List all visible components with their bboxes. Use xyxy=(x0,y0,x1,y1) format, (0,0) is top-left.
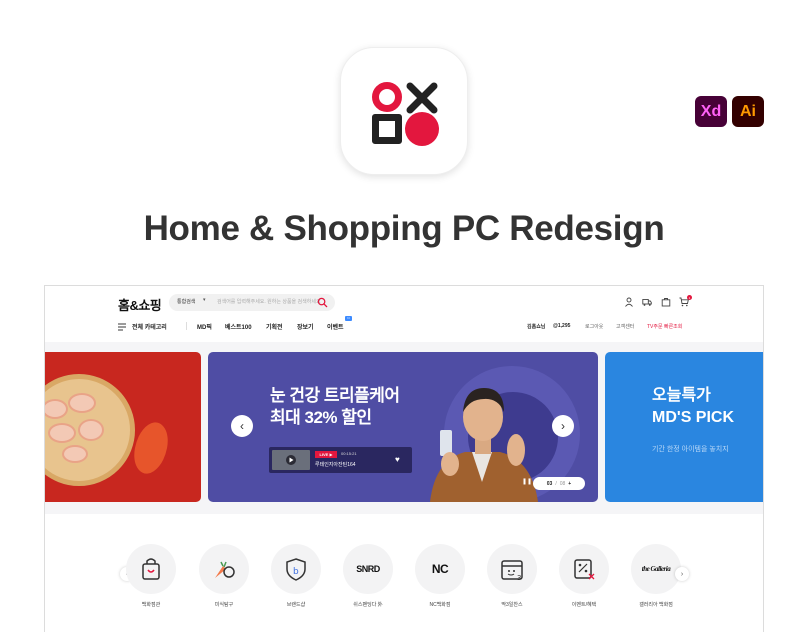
customer-center-link[interactable]: 고객센터 xyxy=(616,323,634,330)
category-item[interactable]: 이벤트/혜택 xyxy=(554,544,614,608)
category-item[interactable]: 미식탐구 xyxy=(194,544,254,608)
hero-slide-md-pick[interactable]: 오늘특가 MD'S PICK 기간 한정 아이템을 놓치지 xyxy=(605,352,763,502)
new-badge: N xyxy=(345,316,352,321)
adobe-illustrator-icon: Ai xyxy=(732,96,764,127)
site-logo[interactable]: 홈&쇼핑 xyxy=(118,295,162,314)
shopping-bag-icon xyxy=(142,558,160,580)
logout-link[interactable]: 로그아웃 xyxy=(585,323,603,330)
user-icon[interactable] xyxy=(624,297,634,307)
chevron-down-icon: ▾ xyxy=(203,297,206,303)
category-item[interactable]: 백화점관 xyxy=(121,544,181,608)
nav-best100[interactable]: 베스트100 xyxy=(225,322,252,331)
app-logo-icon xyxy=(340,47,468,175)
hero-slide-food[interactable] xyxy=(45,352,201,502)
category-shortcuts: ‹ 백화점관 xyxy=(45,514,763,632)
carrot-apple-icon xyxy=(215,561,235,578)
shrimp-bowl-image xyxy=(45,374,135,486)
calendar-3-icon: 3 xyxy=(501,560,523,582)
live-timer: 00:15:21 xyxy=(341,451,357,456)
snrd-logo-icon: SNRD xyxy=(356,564,380,574)
logo-x-mark xyxy=(406,82,438,114)
live-thumbnail xyxy=(272,450,310,470)
website-screenshot: 홈&쇼핑 통합검색 ▾ 검색어를 입력해주세요. 원하는 상품을 검색하세요 1… xyxy=(44,285,764,632)
category-item[interactable]: b 브랜드샵 xyxy=(266,544,326,608)
site-nav: 전체 카테고리 MD픽 베스트100 기획전 장보기 이벤트 N 김홈쇼님 @1… xyxy=(45,316,763,342)
site-header: 홈&쇼핑 통합검색 ▾ 검색어를 입력해주세요. 원하는 상품을 검색하세요 1 xyxy=(45,286,763,320)
hero-title: 눈 건강 트리플케어 최대 32% 할인 xyxy=(270,386,400,427)
bag-icon[interactable] xyxy=(661,297,671,307)
coupon-icon xyxy=(574,559,595,580)
cart-count-badge: 1 xyxy=(687,295,692,300)
user-greeting: 김홈쇼님 xyxy=(527,324,546,330)
search-icon[interactable] xyxy=(317,297,328,308)
points-balance[interactable]: @1,295 xyxy=(553,323,570,329)
carousel-pager: 03 / 08 + xyxy=(533,477,585,490)
pause-icon[interactable]: ❚❚ xyxy=(522,478,532,485)
plus-icon[interactable]: + xyxy=(568,481,571,487)
nav-grocery[interactable]: 장보기 xyxy=(297,322,314,331)
nav-exhibition[interactable]: 기획전 xyxy=(266,322,283,331)
logo-square-mark xyxy=(372,114,402,144)
hero-slide-main[interactable]: 눈 건강 트리플케어 최대 32% 할인 LIVE ▶ 00:15:21 루테인… xyxy=(208,352,598,502)
carousel-prev-button[interactable]: ‹ xyxy=(231,415,253,437)
adobe-xd-icon: Xd xyxy=(695,96,727,127)
logo-circle-mark xyxy=(372,82,402,112)
tv-order-lookup-link[interactable]: TV주문 빠른조회 xyxy=(647,323,682,330)
category-item[interactable]: NC NC백화점 xyxy=(410,544,470,608)
brand-shield-icon: b xyxy=(286,558,306,581)
nav-md-pick[interactable]: MD픽 xyxy=(197,322,212,331)
nav-divider xyxy=(186,322,187,330)
md-pick-title: 오늘특가 MD'S PICK xyxy=(652,387,735,426)
hamburger-menu-icon[interactable] xyxy=(118,323,126,331)
svg-text:3: 3 xyxy=(517,574,521,582)
search-input[interactable]: 검색어를 입력해주세요. 원하는 상품을 검색하세요 xyxy=(217,298,321,305)
presentation-title: Home & Shopping PC Redesign xyxy=(143,209,665,248)
search-category-select[interactable]: 통합검색 xyxy=(177,298,195,305)
hero-carousel: 눈 건강 트리플케어 최대 32% 할인 LIVE ▶ 00:15:21 루테인… xyxy=(45,342,763,514)
presentation-page: Xd Ai Home & Shopping PC Redesign 홈&쇼핑 통… xyxy=(0,0,808,632)
galleria-logo-icon: the Galleria xyxy=(641,565,671,573)
live-badge: LIVE ▶ xyxy=(315,451,337,458)
heart-icon[interactable]: ♥ xyxy=(395,455,400,464)
nav-event[interactable]: 이벤트 xyxy=(327,322,344,331)
search-bar[interactable]: 통합검색 ▾ 검색어를 입력해주세요. 원하는 상품을 검색하세요 xyxy=(169,294,335,311)
svg-text:b: b xyxy=(293,567,299,577)
category-item[interactable]: SNRD 쉬스팬딩다 外 xyxy=(338,544,398,608)
truck-icon[interactable] xyxy=(642,297,652,307)
carousel-next-button[interactable]: › xyxy=(552,415,574,437)
md-pick-subtitle: 기간 한정 아이템을 놓치지 xyxy=(652,446,729,453)
category-next-button[interactable]: › xyxy=(675,567,689,581)
live-broadcast-card[interactable]: LIVE ▶ 00:15:21 루테인지아잔틴164 ♥ xyxy=(269,447,412,473)
live-product-title: 루테인지아잔틴164 xyxy=(315,462,356,468)
logo-dot-mark xyxy=(405,112,439,146)
play-icon xyxy=(286,455,296,465)
all-categories-button[interactable]: 전체 카테고리 xyxy=(132,322,167,331)
nc-logo-icon: NC xyxy=(431,562,449,576)
category-item[interactable]: 3 딱3일찬스 xyxy=(482,544,542,608)
